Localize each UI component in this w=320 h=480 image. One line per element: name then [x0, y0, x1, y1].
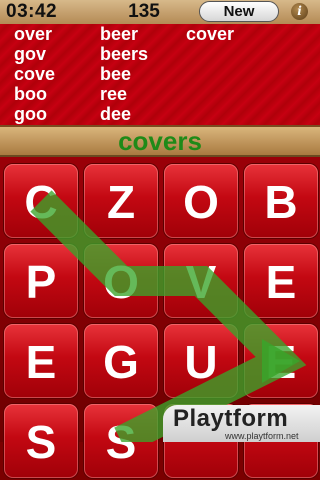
watermark: Playtform www.playtform.net — [163, 405, 320, 442]
found-word: bee — [100, 64, 132, 84]
current-word: covers — [0, 127, 320, 157]
found-word: gov — [14, 44, 47, 64]
letter-board: C Z O B P O V E E G U E S S — [0, 157, 320, 478]
found-word: cover — [186, 24, 235, 44]
new-game-button[interactable]: New — [199, 1, 279, 22]
timer: 03:42 — [6, 1, 58, 22]
found-words-list: over beer cover gov beers cove bee boo r… — [0, 24, 320, 127]
found-word: over — [14, 24, 53, 44]
selection-path — [30, 190, 307, 442]
score: 135 — [128, 1, 160, 22]
found-word: cove — [14, 64, 56, 84]
found-word: dee — [100, 104, 132, 124]
found-word: boo — [14, 84, 47, 104]
watermark-title: Playtform — [173, 405, 289, 432]
found-word: beers — [100, 44, 149, 64]
found-word: beer — [100, 24, 139, 44]
info-icon[interactable]: i — [291, 3, 308, 20]
found-word: goo — [14, 104, 47, 124]
found-word: ree — [100, 84, 128, 104]
top-bar: 03:42 135 New i — [0, 0, 320, 25]
watermark-url: www.playtform.net — [225, 431, 299, 441]
